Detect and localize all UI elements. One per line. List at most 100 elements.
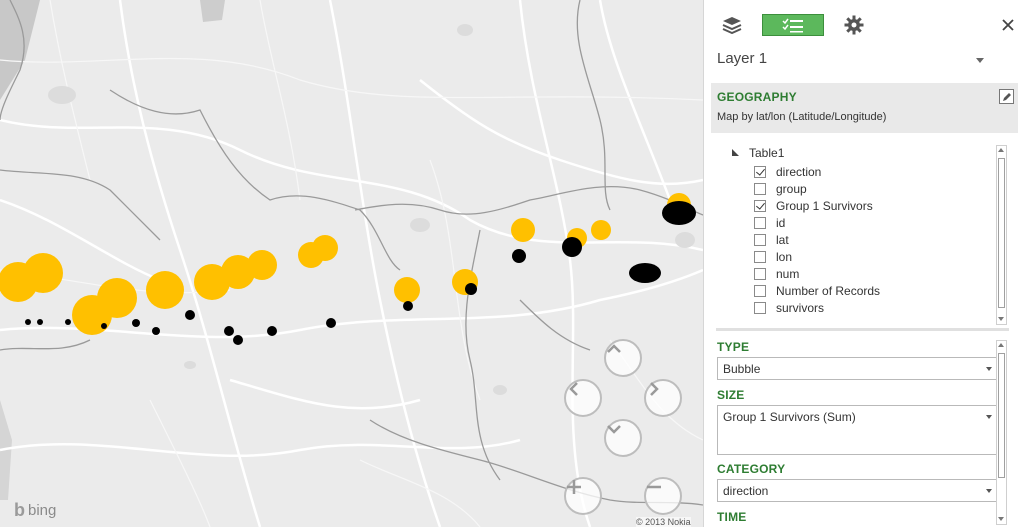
geography-description: Map by lat/lon (Latitude/Longitude) [717, 111, 887, 123]
layers-icon [722, 17, 742, 34]
field-label: id [776, 216, 786, 230]
direction-bubble[interactable] [224, 326, 234, 336]
splitter[interactable] [716, 328, 1009, 331]
direction-bubble[interactable] [326, 318, 336, 328]
layer-name: Layer 1 [717, 50, 768, 67]
field-item[interactable]: group [754, 181, 807, 197]
direction-bubble[interactable] [267, 326, 277, 336]
direction-bubble[interactable] [37, 319, 43, 325]
field-label: Number of Records [776, 284, 881, 298]
type-dropdown[interactable]: Bubble [717, 357, 998, 380]
time-title: TIME [717, 510, 747, 524]
layer-pane: Layer 1 GEOGRAPHY Map by lat/lon (Latitu… [703, 0, 1022, 527]
field-list-scrollbar[interactable] [996, 145, 1007, 325]
zoom-out-button[interactable] [644, 477, 682, 515]
pan-right-icon [650, 382, 659, 396]
geography-section: GEOGRAPHY Map by lat/lon (Latitude/Longi… [711, 83, 1018, 133]
direction-bubble[interactable] [25, 319, 31, 325]
field-checkbox[interactable] [754, 234, 766, 246]
direction-bubble[interactable] [65, 319, 71, 325]
direction-bubble[interactable] [152, 327, 160, 335]
field-label: survivors [776, 301, 825, 315]
direction-bubble[interactable] [403, 301, 413, 311]
zoom-in-button[interactable] [564, 477, 602, 515]
direction-bubble-cluster[interactable] [662, 201, 696, 225]
scroll-down-icon[interactable] [997, 514, 1006, 523]
direction-bubble[interactable] [465, 283, 477, 295]
settings-scrollbar[interactable] [996, 340, 1007, 525]
scroll-up-icon[interactable] [997, 146, 1006, 155]
field-item[interactable]: lat [754, 232, 789, 248]
field-checkbox[interactable] [754, 302, 766, 314]
settings-button[interactable] [842, 14, 866, 36]
pan-right-button[interactable] [644, 379, 682, 417]
survivor-bubble[interactable] [97, 278, 137, 318]
type-value: Bubble [723, 362, 761, 376]
field-checkbox[interactable] [754, 268, 766, 280]
close-icon [1002, 19, 1014, 31]
direction-bubble[interactable] [132, 319, 140, 327]
zoom-out-icon [647, 485, 661, 489]
layer-dropdown-arrow[interactable] [976, 58, 984, 63]
field-list-icon [782, 18, 803, 33]
field-checkbox[interactable] [754, 166, 766, 178]
direction-bubble[interactable] [512, 249, 526, 263]
direction-bubble[interactable] [233, 335, 243, 345]
size-title: SIZE [717, 388, 745, 402]
size-well[interactable]: Group 1 Survivors (Sum) [717, 405, 998, 455]
chevron-down-icon[interactable] [986, 415, 992, 419]
survivor-bubble[interactable] [312, 235, 338, 261]
scroll-up-icon[interactable] [997, 341, 1006, 350]
direction-bubble[interactable] [185, 310, 195, 320]
lake-region [200, 0, 225, 22]
pan-up-button[interactable] [604, 339, 642, 377]
field-item[interactable]: Group 1 Survivors [754, 198, 873, 214]
field-label: group [776, 182, 807, 196]
field-item[interactable]: num [754, 266, 799, 282]
map-view[interactable]: b bing © 2013 Nokia [0, 0, 703, 527]
field-label: lat [776, 233, 789, 247]
survivor-bubble[interactable] [146, 271, 184, 309]
field-item[interactable]: direction [754, 164, 821, 180]
category-value: direction [723, 484, 769, 498]
survivor-bubble[interactable] [394, 277, 420, 303]
survivor-bubble[interactable] [591, 220, 611, 240]
bing-logo: b bing [14, 500, 56, 521]
table-name: Table1 [749, 146, 785, 160]
survivor-bubble[interactable] [247, 250, 277, 280]
field-item[interactable]: survivors [754, 300, 824, 316]
geography-title: GEOGRAPHY [717, 90, 797, 104]
field-checkbox[interactable] [754, 217, 766, 229]
pencil-icon [1002, 92, 1011, 101]
collapse-table-icon[interactable] [732, 149, 739, 156]
layers-button[interactable] [718, 14, 746, 36]
direction-bubble[interactable] [562, 237, 582, 257]
pan-left-icon [569, 382, 578, 396]
scroll-thumb[interactable] [998, 353, 1005, 478]
field-list-tab[interactable] [762, 14, 824, 36]
size-value: Group 1 Survivors (Sum) [723, 410, 856, 424]
field-checkbox[interactable] [754, 251, 766, 263]
edit-geography-button[interactable] [999, 89, 1014, 104]
chevron-down-icon [986, 367, 992, 371]
pan-down-button[interactable] [604, 419, 642, 457]
map-canvas[interactable] [0, 0, 703, 527]
field-checkbox[interactable] [754, 285, 766, 297]
field-item[interactable]: Number of Records [754, 283, 880, 299]
field-item[interactable]: lon [754, 249, 792, 265]
category-dropdown[interactable]: direction [717, 479, 998, 502]
field-checkbox[interactable] [754, 183, 766, 195]
close-button[interactable] [1000, 14, 1016, 36]
scroll-down-icon[interactable] [997, 314, 1006, 323]
field-item[interactable]: id [754, 215, 785, 231]
field-label: num [776, 267, 800, 281]
survivor-bubble[interactable] [511, 218, 535, 242]
direction-bubble-cluster[interactable] [629, 263, 661, 283]
field-label: Group 1 Survivors [776, 199, 873, 213]
field-checkbox[interactable] [754, 200, 766, 212]
scroll-thumb[interactable] [998, 158, 1005, 308]
direction-bubble[interactable] [101, 323, 107, 329]
pan-left-button[interactable] [564, 379, 602, 417]
survivor-bubble[interactable] [23, 253, 63, 293]
map-copyright: © 2013 Nokia [636, 517, 691, 527]
